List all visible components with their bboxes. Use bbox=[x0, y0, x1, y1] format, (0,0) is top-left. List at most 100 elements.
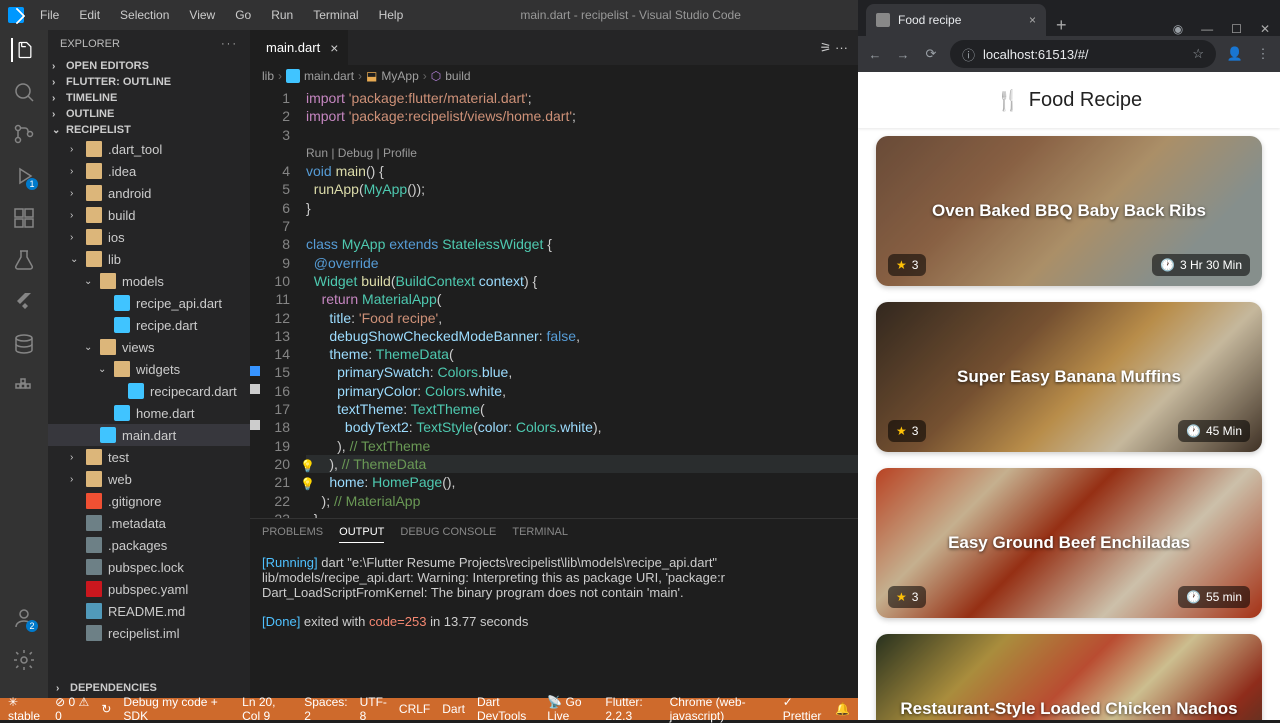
tree-item[interactable]: main.dart bbox=[48, 424, 250, 446]
close-icon[interactable]: × bbox=[1029, 13, 1036, 27]
tab-main-dart[interactable]: main.dart × bbox=[250, 30, 349, 65]
app-content[interactable]: 🍴 Food Recipe Oven Baked BBQ Baby Back R… bbox=[858, 72, 1280, 720]
panel-tab-debug-console[interactable]: DEBUG CONSOLE bbox=[400, 526, 496, 542]
menubar: FileEditSelectionViewGoRunTerminalHelp bbox=[32, 4, 411, 26]
tree-item[interactable]: ›web bbox=[48, 468, 250, 490]
status-item[interactable]: ✳ stable bbox=[8, 695, 43, 723]
maximize-icon[interactable]: ☐ bbox=[1231, 22, 1242, 36]
browser-menu-icon[interactable]: ⋮ bbox=[1254, 46, 1272, 62]
reload-icon[interactable]: ⟳ bbox=[922, 46, 940, 62]
tree-item[interactable]: ⌄models bbox=[48, 270, 250, 292]
browser-tab[interactable]: Food recipe × bbox=[866, 4, 1046, 36]
breadcrumb[interactable]: lib› main.dart› ⬓MyApp› ⬡build bbox=[250, 65, 858, 87]
tree-item[interactable]: recipe.dart bbox=[48, 314, 250, 336]
settings-icon[interactable] bbox=[12, 648, 36, 672]
codelens[interactable]: Run | Debug | Profile bbox=[306, 144, 858, 162]
tree-item[interactable]: ›build bbox=[48, 204, 250, 226]
site-info-icon[interactable]: ⓘ bbox=[962, 45, 975, 64]
status-item[interactable]: ✓ Prettier bbox=[783, 695, 823, 723]
tree-item[interactable]: home.dart bbox=[48, 402, 250, 424]
editor-actions-icon[interactable]: ⚞ ··· bbox=[810, 40, 858, 56]
menu-help[interactable]: Help bbox=[371, 4, 412, 26]
status-item[interactable]: ⊘ 0 ⚠ 0 bbox=[55, 695, 89, 723]
forward-icon[interactable]: → bbox=[894, 47, 912, 62]
menu-go[interactable]: Go bbox=[227, 4, 259, 26]
recipe-card[interactable]: Restaurant-Style Loaded Chicken Nachos ★… bbox=[876, 634, 1262, 720]
status-item[interactable]: CRLF bbox=[399, 702, 430, 716]
recipe-title: Super Easy Banana Muffins bbox=[892, 367, 1246, 387]
code-content[interactable]: import 'package:flutter/material.dart';i… bbox=[306, 87, 858, 518]
status-item[interactable]: UTF-8 bbox=[360, 695, 387, 723]
tree-item[interactable]: ›.dart_tool bbox=[48, 138, 250, 160]
status-item[interactable]: Dart DevTools bbox=[477, 695, 535, 723]
status-item[interactable]: 🔔 bbox=[835, 702, 850, 716]
status-item[interactable]: Ln 20, Col 9 bbox=[242, 695, 292, 723]
status-item[interactable]: ↻ bbox=[101, 702, 111, 716]
menu-edit[interactable]: Edit bbox=[71, 4, 108, 26]
tree-item[interactable]: .gitignore bbox=[48, 490, 250, 512]
tree-item[interactable]: recipecard.dart bbox=[48, 380, 250, 402]
address-bar[interactable]: ⓘ localhost:61513/#/ ☆ bbox=[950, 40, 1216, 68]
section-project[interactable]: ⌄RECIPELIST bbox=[48, 122, 250, 138]
panel-tab-output[interactable]: OUTPUT bbox=[339, 526, 384, 543]
status-item[interactable]: Debug my code + SDK bbox=[123, 695, 218, 723]
status-item[interactable]: Flutter: 2.2.3 bbox=[605, 695, 657, 723]
output-panel[interactable]: [Running] dart "e:\Flutter Resume Projec… bbox=[250, 549, 858, 698]
tree-item[interactable]: ⌄widgets bbox=[48, 358, 250, 380]
profile-icon[interactable]: 👤 bbox=[1226, 46, 1244, 62]
minimize-icon[interactable]: — bbox=[1201, 22, 1213, 36]
recipe-card[interactable]: Oven Baked BBQ Baby Back Ribs ★3 🕐3 Hr 3… bbox=[876, 136, 1262, 286]
statusbar: ✳ stable ⊘ 0 ⚠ 0 ↻ Debug my code + SDK Ln 20… bbox=[0, 698, 858, 720]
menu-file[interactable]: File bbox=[32, 4, 67, 26]
more-icon[interactable]: ··· bbox=[221, 38, 238, 50]
tree-item[interactable]: ⌄views bbox=[48, 336, 250, 358]
source-control-icon[interactable] bbox=[12, 122, 36, 146]
section-open-editors[interactable]: ›OPEN EDITORS bbox=[48, 58, 250, 74]
status-item[interactable]: Spaces: 2 bbox=[304, 695, 347, 723]
recipe-card[interactable]: Easy Ground Beef Enchiladas ★3 🕐55 min bbox=[876, 468, 1262, 618]
section-outline[interactable]: ›OUTLINE bbox=[48, 106, 250, 122]
menu-view[interactable]: View bbox=[181, 4, 223, 26]
new-tab-icon[interactable]: + bbox=[1046, 15, 1077, 36]
extensions-icon[interactable] bbox=[12, 206, 36, 230]
tree-item[interactable]: recipe_api.dart bbox=[48, 292, 250, 314]
database-icon[interactable] bbox=[12, 332, 36, 356]
tree-item[interactable]: ›.idea bbox=[48, 160, 250, 182]
testing-icon[interactable] bbox=[12, 248, 36, 272]
explorer-icon[interactable] bbox=[11, 38, 35, 62]
close-window-icon[interactable]: ✕ bbox=[1260, 22, 1270, 36]
status-item[interactable]: Chrome (web-javascript) bbox=[670, 695, 771, 723]
tree-item[interactable]: ⌄lib bbox=[48, 248, 250, 270]
close-icon[interactable]: × bbox=[330, 40, 338, 56]
code-area[interactable]: 123456789101112131415161718192021222324 … bbox=[250, 87, 858, 518]
menu-run[interactable]: Run bbox=[263, 4, 301, 26]
section-timeline[interactable]: ›TIMELINE bbox=[48, 90, 250, 106]
account-icon[interactable]: 2 bbox=[12, 606, 36, 630]
tree-item[interactable]: pubspec.lock bbox=[48, 556, 250, 578]
bookmark-icon[interactable]: ☆ bbox=[1192, 46, 1204, 62]
tree-item[interactable]: ›android bbox=[48, 182, 250, 204]
back-icon[interactable]: ← bbox=[866, 47, 884, 62]
panel-tab-terminal[interactable]: TERMINAL bbox=[512, 526, 568, 542]
menu-selection[interactable]: Selection bbox=[112, 4, 177, 26]
tree-item[interactable]: recipelist.iml bbox=[48, 622, 250, 644]
tree-item[interactable]: pubspec.yaml bbox=[48, 578, 250, 600]
recipe-card[interactable]: Super Easy Banana Muffins ★3 🕐45 Min bbox=[876, 302, 1262, 452]
tree-item[interactable]: .metadata bbox=[48, 512, 250, 534]
tree-item[interactable]: ›ios bbox=[48, 226, 250, 248]
tree-item[interactable]: ›test bbox=[48, 446, 250, 468]
run-debug-icon[interactable]: 1 bbox=[12, 164, 36, 188]
panel-tab-problems[interactable]: PROBLEMS bbox=[262, 526, 323, 542]
menu-terminal[interactable]: Terminal bbox=[305, 4, 366, 26]
status-item[interactable]: Dart bbox=[442, 702, 465, 716]
tree-item[interactable]: .packages bbox=[48, 534, 250, 556]
tree-item[interactable]: README.md bbox=[48, 600, 250, 622]
section-flutter-outline[interactable]: ›FLUTTER: OUTLINE bbox=[48, 74, 250, 90]
docker-icon[interactable] bbox=[12, 374, 36, 398]
status-item[interactable]: 📡 Go Live bbox=[547, 695, 593, 723]
flutter-icon[interactable] bbox=[12, 290, 36, 314]
incognito-icon[interactable]: ◉ bbox=[1173, 22, 1183, 36]
tree-label: .packages bbox=[108, 538, 167, 553]
tree-label: README.md bbox=[108, 604, 185, 619]
search-icon[interactable] bbox=[12, 80, 36, 104]
